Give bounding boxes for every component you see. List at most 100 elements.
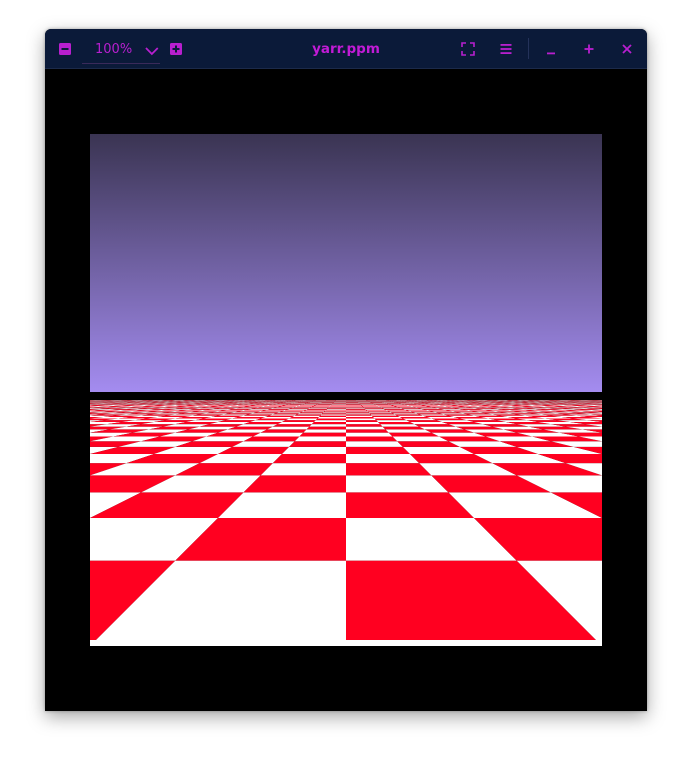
floor-tile-red	[362, 406, 380, 407]
image-viewer-window: 100% yarr.ppm	[45, 29, 647, 711]
floor-tile-red	[346, 407, 365, 409]
floor-tile-red	[394, 414, 423, 416]
floor-tile-white	[264, 409, 287, 411]
floor-tile-red	[400, 408, 422, 409]
floor-tile-white	[247, 408, 271, 410]
floor-tile-red	[405, 409, 428, 411]
floor-tile-white	[410, 406, 429, 407]
floor-tile-white	[312, 406, 330, 407]
floor-tile-red	[346, 420, 378, 422]
floor-tile-white	[385, 409, 408, 411]
floor-tile-white	[240, 407, 261, 408]
zoom-in-button[interactable]	[165, 38, 187, 60]
floor-tile-white	[407, 410, 432, 412]
floor-tile-red	[255, 418, 290, 421]
floor-tile-red	[267, 408, 290, 410]
close-icon	[622, 44, 632, 54]
floor-tile-white	[397, 415, 427, 417]
floor-tile-red	[289, 408, 310, 409]
floor-tile-red	[422, 415, 454, 417]
floor-tile-white	[294, 436, 346, 442]
zoom-out-button[interactable]	[54, 38, 76, 60]
floor-tile-red	[306, 408, 328, 410]
floor-tile-red	[427, 410, 453, 412]
floor-tile-red	[284, 409, 307, 411]
floor-tile-red	[346, 414, 372, 416]
floor-tile-red	[243, 406, 264, 408]
floor-tile-red	[410, 411, 436, 413]
zoom-in-icon	[170, 43, 182, 55]
floor-tile-white	[424, 409, 449, 411]
floor-tile-red	[311, 406, 330, 408]
floor-tile-red	[415, 413, 444, 415]
floor-tile-white	[277, 422, 314, 425]
floor-tile-white	[317, 416, 346, 419]
floor-tile-white	[392, 436, 449, 442]
floor-tile-white	[346, 408, 365, 409]
header-separator	[528, 38, 529, 59]
minimize-button[interactable]	[540, 38, 562, 60]
floor-tile-white	[250, 420, 286, 422]
floor-tile-red	[426, 406, 446, 407]
floor-tile-white	[346, 441, 403, 447]
checkerboard-floor	[90, 400, 602, 646]
floor-tile-red	[321, 413, 346, 415]
floor-tile-white	[388, 411, 413, 413]
close-button[interactable]	[616, 38, 638, 60]
floor-tile-white	[402, 408, 425, 410]
floor-tile-red	[282, 420, 316, 422]
floor-tile-white	[248, 413, 277, 415]
floor-tile-red	[346, 406, 364, 408]
floor-tile-red	[303, 410, 326, 412]
floor-tile-red	[346, 412, 370, 414]
floor-tile-white	[320, 414, 346, 416]
floor-tile-white	[366, 410, 389, 412]
floor-tile-white	[385, 429, 432, 433]
floor-tile-red	[363, 407, 382, 408]
zoom-level-label: 100%	[95, 41, 133, 57]
floor-tile-red	[306, 426, 346, 430]
floor-tile-red	[289, 441, 346, 447]
floor-tile-red	[394, 406, 413, 407]
floor-tile-red	[346, 429, 389, 433]
floor-tile-white	[292, 415, 321, 417]
floor-tile-red	[329, 406, 346, 407]
maximize-icon	[584, 44, 594, 54]
floor-tile-red	[260, 410, 285, 412]
sky-gradient	[90, 134, 602, 392]
floor-tile-red	[243, 436, 300, 442]
floor-tile-red	[346, 436, 398, 442]
floor-tile-red	[414, 424, 456, 427]
floor-tile-red	[431, 407, 452, 408]
minimize-icon	[547, 52, 555, 55]
floor-tile-red	[243, 475, 346, 493]
fullscreen-button[interactable]	[457, 38, 479, 60]
floor-tile-white	[419, 408, 441, 409]
floor-tile-red	[346, 446, 410, 454]
floor-tile-red	[406, 420, 442, 422]
floor-tile-white	[301, 411, 325, 413]
floor-tile-white	[326, 408, 346, 410]
floor-tile-red	[299, 432, 346, 437]
floor-tile-red	[243, 409, 268, 411]
floor-tile-red	[397, 407, 417, 408]
zoom-level-dropdown[interactable]: 100%	[82, 35, 160, 64]
maximize-button[interactable]	[578, 38, 600, 60]
floor-tile-white	[376, 420, 410, 422]
floor-tile-red	[311, 422, 346, 425]
image-canvas[interactable]	[90, 134, 602, 646]
floor-tile-red	[416, 407, 438, 409]
floor-tile-red	[412, 406, 432, 408]
floor-tile-white	[238, 415, 270, 417]
floor-tile-white	[291, 407, 311, 409]
floor-tile-white	[372, 416, 403, 419]
floor-tile-red	[369, 413, 395, 415]
image-bottom-edge	[90, 640, 602, 646]
menu-button[interactable]	[495, 38, 517, 60]
floor-tile-red	[279, 411, 304, 413]
floor-tile-white	[324, 410, 346, 412]
floor-tile-red	[388, 432, 440, 437]
floor-tile-red	[243, 422, 282, 425]
floor-tile-white	[328, 406, 346, 408]
floor-tile-white	[346, 422, 381, 425]
